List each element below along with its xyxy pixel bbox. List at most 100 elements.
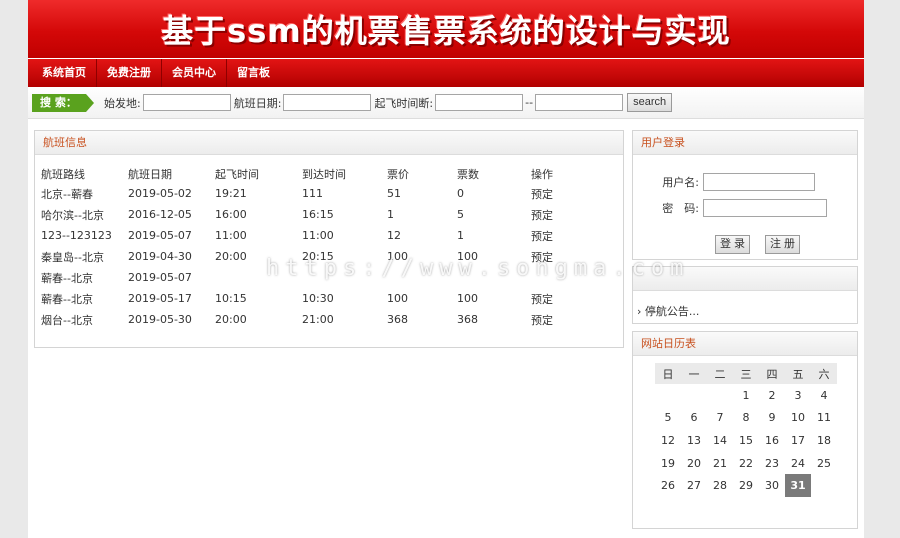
notice-panel: › 停航公告... — [632, 266, 858, 324]
price-cell: 100 — [387, 292, 408, 305]
calendar-day: 11 — [817, 411, 831, 425]
site-banner: 基于ssm的机票售票系统的设计与实现 — [28, 0, 864, 58]
calendar-day: 24 — [791, 456, 805, 470]
departure-time-cell: 20:00 — [215, 250, 247, 263]
nav-item-message-board[interactable]: 留言板 — [227, 59, 280, 87]
password-label: 密 码: — [662, 202, 699, 215]
book-link[interactable]: 预定 — [531, 246, 581, 267]
calendar-day-today: 31 — [785, 474, 811, 497]
col-action: 操作 — [531, 168, 553, 181]
book-link[interactable]: 预定 — [531, 183, 581, 204]
weekday-wed: 三 — [733, 363, 759, 384]
price-cell: 100 — [387, 250, 408, 263]
calendar-day: 17 — [791, 433, 805, 447]
calendar-day: 6 — [690, 411, 698, 425]
calendar-day — [655, 384, 681, 407]
table-row: 蕲春--北京 2019-05-07 — [41, 267, 581, 288]
calendar-panel: 网站日历表 日 一 二 三 四 五 六 1 2 3 4 5 6 7 8 9 10… — [632, 331, 858, 529]
date-cell: 2019-05-02 — [128, 187, 192, 200]
book-link[interactable] — [531, 267, 581, 288]
book-link[interactable]: 预定 — [531, 225, 581, 246]
date-cell: 2019-05-17 — [128, 292, 192, 305]
calendar-day: 8 — [742, 411, 750, 425]
username-row: 用户名: — [633, 173, 815, 191]
table-row: 秦皇岛--北京 2019-04-30 20:00 20:15 100 100 预… — [41, 246, 581, 267]
price-cell — [387, 267, 457, 288]
departure-time-cell: 19:21 — [215, 187, 247, 200]
nav-item-member-center[interactable]: 会员中心 — [162, 59, 227, 87]
col-arrival-time: 到达时间 — [302, 168, 346, 181]
departure-time-cell: 16:00 — [215, 208, 247, 221]
calendar-day: 12 — [661, 433, 675, 447]
calendar-day: 23 — [765, 456, 779, 470]
search-tag: 搜 索： — [32, 93, 94, 112]
col-date: 航班日期 — [128, 168, 172, 181]
arrival-time-cell: 10:30 — [302, 292, 334, 305]
table-row: 蕲春--北京 2019-05-17 10:15 10:30 100 100 预定 — [41, 288, 581, 309]
nav-item-home[interactable]: 系统首页 — [32, 59, 97, 87]
weekday-mon: 一 — [681, 363, 707, 384]
route-cell: 蕲春--北京 — [41, 271, 93, 285]
table-row: 哈尔滨--北京 2016-12-05 16:00 16:15 1 5 预定 — [41, 204, 581, 225]
calendar-week: 12 13 14 15 16 17 18 — [655, 429, 837, 452]
calendar-day: 5 — [664, 411, 672, 425]
calendar-day: 14 — [713, 433, 727, 447]
flight-info-title: 航班信息 — [35, 131, 623, 155]
book-link[interactable]: 预定 — [531, 288, 581, 309]
flight-date-label: 航班日期: — [233, 96, 282, 110]
weekday-fri: 五 — [785, 363, 811, 384]
calendar-weekday-row: 日 一 二 三 四 五 六 — [655, 363, 837, 384]
password-input[interactable] — [703, 199, 827, 217]
time-to-input[interactable] — [535, 94, 624, 111]
calendar-day — [811, 474, 837, 497]
departure-label: 始发地: — [104, 96, 141, 110]
price-cell: 1 — [387, 208, 394, 221]
route-cell: 北京--蕲春 — [41, 187, 93, 201]
nav-item-register[interactable]: 免费注册 — [97, 59, 162, 87]
username-input[interactable] — [703, 173, 815, 191]
calendar-day: 7 — [716, 411, 724, 425]
register-button[interactable]: 注 册 — [765, 235, 801, 254]
route-cell: 蕲春--北京 — [41, 292, 93, 306]
table-row: 北京--蕲春 2019-05-02 19:21 111 51 0 预定 — [41, 183, 581, 204]
date-cell: 2019-05-30 — [128, 313, 192, 326]
departure-time-cell: 20:00 — [215, 313, 247, 326]
flight-date-input[interactable] — [283, 94, 372, 111]
route-cell: 秦皇岛--北京 — [41, 250, 104, 264]
calendar-day: 3 — [794, 388, 802, 402]
calendar-day: 22 — [739, 456, 753, 470]
search-bar: 搜 索： 始发地: 航班日期: 起飞时间断: -- search — [28, 87, 864, 119]
flight-info-panel: 航班信息 航班路线 航班日期 起飞时间 到达时间 票价 票数 操作 北京--蕲春… — [34, 130, 624, 348]
calendar-day: 29 — [739, 479, 753, 493]
tickets-cell: 1 — [457, 229, 464, 242]
password-row: 密 码: — [633, 199, 827, 217]
calendar-table: 日 一 二 三 四 五 六 1 2 3 4 5 6 7 8 9 10 11 12… — [655, 363, 837, 497]
flight-table: 航班路线 航班日期 起飞时间 到达时间 票价 票数 操作 北京--蕲春 2019… — [41, 165, 581, 330]
book-link[interactable]: 预定 — [531, 204, 581, 225]
calendar-day: 28 — [713, 479, 727, 493]
price-cell: 12 — [387, 229, 401, 242]
col-departure-time: 起飞时间 — [215, 168, 259, 181]
price-cell: 51 — [387, 187, 401, 200]
col-route: 航班路线 — [41, 168, 85, 181]
calendar-day: 16 — [765, 433, 779, 447]
calendar-day: 27 — [687, 479, 701, 493]
calendar-day: 19 — [661, 456, 675, 470]
route-cell: 123--123123 — [41, 229, 112, 242]
calendar-day: 9 — [768, 411, 776, 425]
arrival-time-cell: 11:00 — [302, 229, 334, 242]
tickets-cell: 100 — [457, 250, 478, 263]
search-button[interactable]: search — [627, 93, 673, 112]
calendar-day: 15 — [739, 433, 753, 447]
calendar-day — [681, 384, 707, 407]
departure-input[interactable] — [142, 94, 231, 111]
book-link[interactable]: 预定 — [531, 309, 581, 330]
calendar-day — [707, 384, 733, 407]
weekday-sat: 六 — [811, 363, 837, 384]
calendar-day: 30 — [765, 479, 779, 493]
table-row: 123--123123 2019-05-07 11:00 11:00 12 1 … — [41, 225, 581, 246]
tickets-cell — [457, 267, 531, 288]
notice-item[interactable]: › 停航公告... — [637, 303, 699, 319]
time-from-input[interactable] — [435, 94, 524, 111]
login-button[interactable]: 登 录 — [715, 235, 751, 254]
